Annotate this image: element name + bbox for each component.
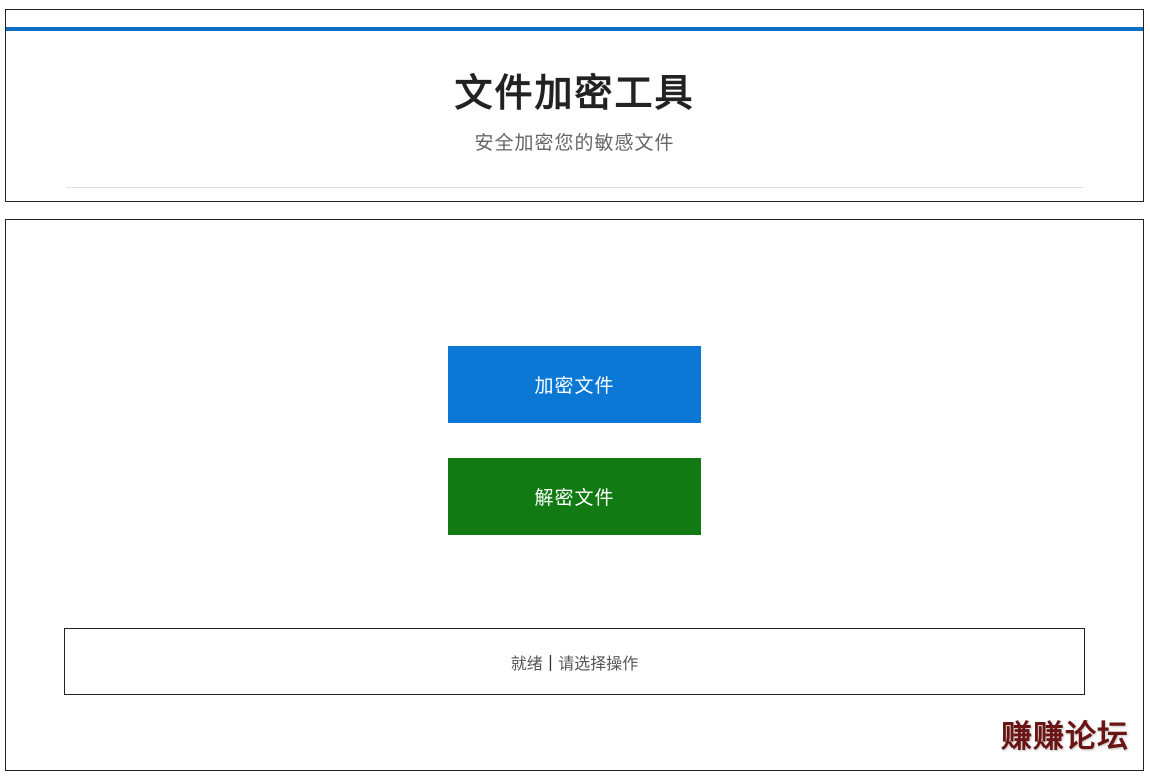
status-message: 请选择操作 [558,653,639,673]
app-title: 文件加密工具 [454,71,695,115]
encrypt-file-button[interactable]: 加密文件 [448,346,701,423]
watermark-logo: 赚赚论坛 [1001,719,1129,755]
status-bar: 就绪 | 请选择操作 [64,628,1085,695]
main-panel: 加密文件 解密文件 就绪 | 请选择操作 赚赚论坛 [5,219,1144,771]
header-divider [66,187,1083,188]
app-subtitle: 安全加密您的敏感文件 [474,132,675,154]
header-panel: 文件加密工具 安全加密您的敏感文件 [5,9,1144,202]
status-separator: | [547,652,554,671]
decrypt-file-button[interactable]: 解密文件 [448,458,701,535]
header-accent-bar [6,27,1143,31]
status-state: 就绪 [510,653,543,673]
